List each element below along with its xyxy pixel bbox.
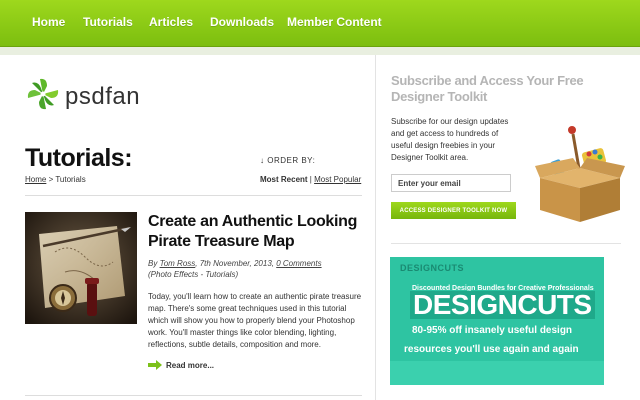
arrow-right-icon <box>148 360 162 372</box>
nav-articles[interactable]: Articles <box>149 15 193 29</box>
ad-decorative-strip <box>390 361 604 385</box>
top-navigation: Home Tutorials Articles Downloads Member… <box>0 0 640 47</box>
byline-prefix: By <box>148 259 160 268</box>
breadcrumb-home-link[interactable]: Home <box>25 175 46 184</box>
breadcrumb-separator: > <box>46 175 56 184</box>
read-more-label: Read more... <box>166 361 215 371</box>
subscribe-description: Subscribe for our design updates and get… <box>391 117 509 162</box>
author-link[interactable]: Tom Ross <box>160 259 196 268</box>
page-title: Tutorials: <box>25 144 133 172</box>
nav-home[interactable]: Home <box>32 15 65 29</box>
breadcrumb-current: Tutorials <box>55 175 86 184</box>
post-date: , 7th November, 2013, <box>195 259 277 268</box>
order-most-popular[interactable]: Most Popular <box>314 175 361 184</box>
breadcrumb: Home > Tutorials <box>25 175 86 184</box>
sidebar-divider <box>375 55 376 400</box>
post-excerpt: Today, you'll learn how to create an aut… <box>148 292 362 349</box>
designcuts-ad-banner[interactable]: DESIGNCUTS Discounted Design Bundles for… <box>390 257 604 385</box>
post-category: (Photo Effects - Tutorials) <box>148 270 239 279</box>
ad-headline: DESIGNCUTS <box>410 291 595 319</box>
order-options: Most Recent | Most Popular <box>260 175 361 184</box>
psdfan-leaf-icon <box>27 78 59 110</box>
ad-logo: DESIGNCUTS <box>400 263 465 273</box>
post-byline: By Tom Ross, 7th November, 2013, 0 Comme… <box>148 259 322 268</box>
designer-toolkit-box-icon <box>535 120 625 230</box>
site-logo[interactable]: psdfan <box>25 76 175 116</box>
nav-member-content[interactable]: Member Content <box>287 15 382 29</box>
ad-tagline-2: resources you'll use again and again <box>404 344 579 355</box>
ad-tagline-1: 80-95% off insanely useful design <box>412 325 573 336</box>
nav-downloads[interactable]: Downloads <box>210 15 274 29</box>
order-most-recent[interactable]: Most Recent <box>260 175 308 184</box>
post-thumbnail[interactable] <box>25 212 137 324</box>
subscribe-title: Subscribe and Access Your Free Designer … <box>391 73 584 104</box>
read-more-link[interactable]: Read more... <box>148 360 214 372</box>
sidebar-divider-line <box>391 243 621 244</box>
access-toolkit-button[interactable]: ACCESS DESIGNER TOOLKIT NOW <box>391 202 516 219</box>
logo-text: psdfan <box>65 83 141 110</box>
post-title-link[interactable]: Create an Authentic Looking Pirate Treas… <box>148 212 368 252</box>
divider <box>25 195 362 196</box>
comments-link[interactable]: 0 Comments <box>276 259 321 268</box>
order-by-label: ↓ ORDER BY: <box>260 156 316 165</box>
nav-tutorials[interactable]: Tutorials <box>83 15 133 29</box>
divider <box>25 395 362 396</box>
email-field[interactable] <box>391 174 511 192</box>
nav-shadow-band <box>0 47 640 55</box>
treasure-map-image <box>25 212 137 324</box>
